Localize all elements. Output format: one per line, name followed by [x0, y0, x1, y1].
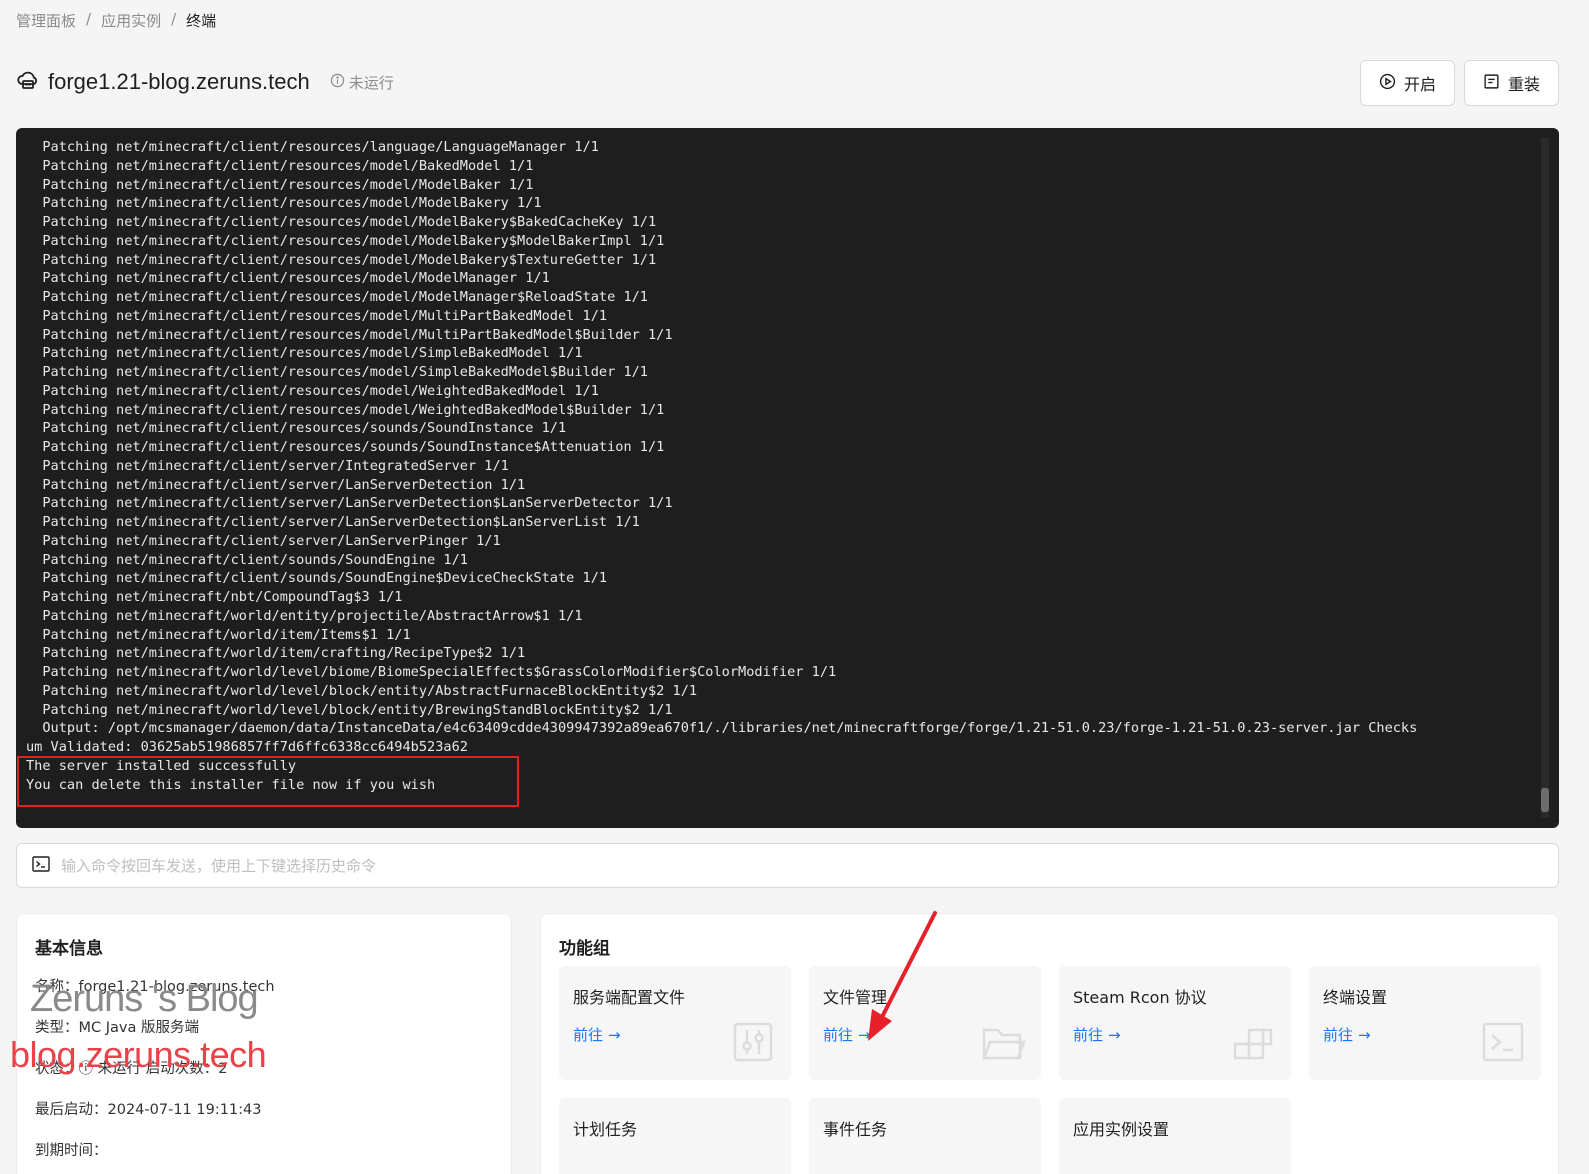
terminal-line: Patching net/minecraft/client/resources/…: [26, 270, 550, 287]
terminal-line: Patching net/minecraft/client/server/Lan…: [26, 514, 640, 530]
start-button[interactable]: 开启: [1359, 60, 1455, 106]
terminal-icon: [1479, 1018, 1527, 1066]
tile-terminal-settings[interactable]: 终端设置 前往 →: [1309, 966, 1541, 1080]
reinstall-button[interactable]: 重装: [1463, 60, 1559, 106]
terminal-line: Patching net/minecraft/client/server/Int…: [26, 457, 509, 474]
tile-title: Steam Rcon 协议: [1073, 988, 1207, 1007]
terminal-line: Patching net/minecraft/client/server/Lan…: [26, 495, 673, 512]
terminal-line: Patching net/minecraft/client/server/Lan…: [26, 476, 526, 493]
status-text: 未运行: [348, 73, 394, 92]
terminal-prompt-icon: [31, 854, 51, 878]
terminal-line: Patching net/minecraft/world/item/Items$…: [26, 626, 411, 643]
arrow-right-icon: →: [1108, 1025, 1121, 1044]
tile-server-config[interactable]: 服务端配置文件 前往 →: [559, 966, 791, 1080]
tile-title: 计划任务: [573, 1120, 638, 1139]
terminal-line: Patching net/minecraft/world/level/block…: [26, 701, 673, 718]
terminal-scrollbar-track[interactable]: [1541, 138, 1549, 818]
reinstall-icon: [1483, 73, 1500, 94]
terminal-lines: Patching net/minecraft/client/resources/…: [26, 138, 1541, 794]
info-icon: [330, 73, 345, 92]
terminal-scrollbar-thumb[interactable]: [1541, 788, 1549, 812]
terminal-line: um Validated: 03625ab51986857ff7d6ffc633…: [26, 739, 468, 755]
breadcrumb-instances[interactable]: 应用实例: [101, 10, 161, 31]
info-expire: 到期时间：: [35, 1143, 108, 1159]
breadcrumb-separator: /: [86, 10, 92, 28]
terminal-line: Patching net/minecraft/world/level/block…: [26, 682, 698, 699]
sliders-icon: [729, 1018, 777, 1066]
terminal-line: Patching net/minecraft/world/item/crafti…: [26, 645, 526, 662]
terminal-line: Patching net/minecraft/world/entity/proj…: [26, 607, 583, 624]
tile-event-tasks[interactable]: 事件任务: [809, 1098, 1041, 1174]
terminal-line: Patching net/minecraft/client/sounds/Sou…: [26, 570, 608, 587]
terminal-line: Patching net/minecraft/nbt/CompoundTag$3…: [26, 589, 403, 605]
breadcrumb-terminal: 终端: [186, 12, 217, 30]
terminal-line: Patching net/minecraft/client/resources/…: [26, 326, 673, 343]
arrow-right-icon: →: [1358, 1025, 1371, 1044]
terminal-line: Patching net/minecraft/client/resources/…: [26, 420, 567, 437]
terminal-line: Patching net/minecraft/client/resources/…: [26, 139, 599, 155]
command-input[interactable]: [61, 856, 1558, 875]
tile-title: 服务端配置文件: [573, 988, 686, 1007]
reinstall-button-label: 重装: [1507, 75, 1540, 94]
start-button-label: 开启: [1403, 75, 1436, 94]
terminal-line: Patching net/minecraft/world/level/biome…: [26, 664, 837, 680]
terminal-line: Patching net/minecraft/client/resources/…: [26, 364, 648, 380]
terminal-line: Patching net/minecraft/client/resources/…: [26, 401, 665, 418]
terminal-line: Patching net/minecraft/client/resources/…: [26, 382, 599, 399]
tile-instance-settings[interactable]: 应用实例设置: [1059, 1098, 1291, 1174]
blocks-icon: [1229, 1018, 1277, 1066]
tile-title: 应用实例设置: [1073, 1120, 1170, 1139]
command-input-bar[interactable]: [16, 843, 1559, 888]
watermark-blog-name: Zeruns 's Blog: [30, 978, 259, 1020]
basic-info-title: 基本信息: [35, 939, 103, 959]
info-last-start: 最后启动：2024-07-11 19:11:43: [35, 1102, 262, 1118]
terminal-output[interactable]: Patching net/minecraft/client/resources/…: [16, 128, 1559, 828]
cloud-server-icon: [16, 68, 40, 96]
tile-scheduled-tasks[interactable]: 计划任务: [559, 1098, 791, 1174]
terminal-line: Patching net/minecraft/client/resources/…: [26, 176, 534, 193]
arrow-right-icon: →: [608, 1025, 621, 1044]
terminal-line: Patching net/minecraft/client/resources/…: [26, 195, 542, 212]
terminal-line: Patching net/minecraft/client/resources/…: [26, 345, 583, 362]
play-circle-icon: [1379, 73, 1396, 94]
terminal-line: Patching net/minecraft/client/resources/…: [26, 289, 648, 305]
terminal-line: Patching net/minecraft/client/resources/…: [26, 157, 534, 174]
tile-steam-rcon[interactable]: Steam Rcon 协议 前往 →: [1059, 966, 1291, 1080]
breadcrumb-dashboard[interactable]: 管理面板: [16, 10, 76, 31]
terminal-line: Patching net/minecraft/client/resources/…: [26, 307, 608, 324]
terminal-line: Patching net/minecraft/client/sounds/Sou…: [26, 551, 468, 568]
terminal-line: Patching net/minecraft/client/resources/…: [26, 232, 665, 249]
tile-title: 终端设置: [1323, 988, 1388, 1007]
breadcrumb-separator: /: [171, 10, 177, 28]
terminal-line: Patching net/minecraft/client/resources/…: [26, 439, 665, 455]
instance-header: forge1.21-blog.zeruns.tech 未运行 开启 重装: [16, 60, 1559, 106]
status-badge: 未运行: [330, 72, 394, 93]
tile-title: 事件任务: [823, 1120, 888, 1139]
page-title: forge1.21-blog.zeruns.tech: [48, 69, 310, 94]
terminal-line: Patching net/minecraft/client/resources/…: [26, 251, 657, 268]
function-group-title: 功能组: [559, 939, 610, 959]
terminal-line: Patching net/minecraft/client/resources/…: [26, 214, 657, 230]
highlight-annotation-box: [17, 756, 519, 807]
terminal-line: Patching net/minecraft/client/server/Lan…: [26, 532, 501, 549]
watermark-blog-url: blog.zeruns.tech: [10, 1034, 267, 1075]
red-arrow-annotation: [868, 911, 937, 1041]
breadcrumb: 管理面板 / 应用实例 / 终端: [16, 10, 216, 31]
terminal-line: Output: /opt/mcsmanager/daemon/data/Inst…: [26, 720, 1418, 737]
folder-icon: [979, 1018, 1027, 1066]
function-group-card: 功能组 服务端配置文件 前往 → 文件管理 前往 → Steam Rcon 协议 前…: [540, 913, 1559, 1174]
